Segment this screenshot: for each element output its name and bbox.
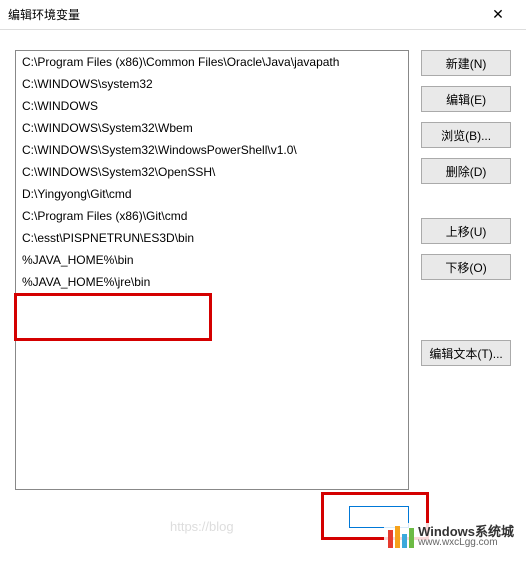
list-item[interactable]: C:\esst\PISPNETRUN\ES3D\bin bbox=[16, 227, 408, 249]
browse-button[interactable]: 浏览(B)... bbox=[421, 122, 511, 148]
new-button[interactable]: 新建(N) bbox=[421, 50, 511, 76]
list-item[interactable]: C:\WINDOWS bbox=[16, 95, 408, 117]
list-item[interactable]: C:\Program Files (x86)\Git\cmd bbox=[16, 205, 408, 227]
list-item[interactable]: D:\Yingyong\Git\cmd bbox=[16, 183, 408, 205]
logo-bars-icon bbox=[388, 526, 414, 548]
delete-button[interactable]: 删除(D) bbox=[421, 158, 511, 184]
list-item[interactable]: C:\WINDOWS\system32 bbox=[16, 73, 408, 95]
window-title: 编辑环境变量 bbox=[8, 6, 80, 23]
spacer bbox=[421, 290, 511, 340]
moveup-button[interactable]: 上移(U) bbox=[421, 218, 511, 244]
list-item[interactable]: C:\WINDOWS\System32\OpenSSH\ bbox=[16, 161, 408, 183]
edittext-button[interactable]: 编辑文本(T)... bbox=[421, 340, 511, 366]
main-row: C:\Program Files (x86)\Common Files\Orac… bbox=[15, 50, 511, 490]
button-column: 新建(N) 编辑(E) 浏览(B)... 删除(D) 上移(U) 下移(O) 编… bbox=[421, 50, 511, 490]
watermark-text: Windows系统城 www.wxcLgg.com bbox=[418, 525, 514, 548]
list-item[interactable]: C:\Program Files (x86)\Common Files\Orac… bbox=[16, 51, 408, 73]
titlebar: 编辑环境变量 ✕ bbox=[0, 0, 526, 30]
dialog-window: 编辑环境变量 ✕ C:\Program Files (x86)\Common F… bbox=[0, 0, 526, 562]
path-listbox[interactable]: C:\Program Files (x86)\Common Files\Orac… bbox=[15, 50, 409, 490]
close-icon: ✕ bbox=[492, 6, 504, 23]
watermark-url: www.wxcLgg.com bbox=[418, 538, 514, 548]
dialog-content: C:\Program Files (x86)\Common Files\Orac… bbox=[0, 30, 526, 562]
list-item[interactable]: %JAVA_HOME%\bin bbox=[16, 249, 408, 271]
spacer bbox=[421, 194, 511, 218]
edit-button[interactable]: 编辑(E) bbox=[421, 86, 511, 112]
list-item[interactable]: C:\WINDOWS\System32\Wbem bbox=[16, 117, 408, 139]
list-item[interactable]: %JAVA_HOME%\jre\bin bbox=[16, 271, 408, 293]
movedown-button[interactable]: 下移(O) bbox=[421, 254, 511, 280]
close-button[interactable]: ✕ bbox=[478, 0, 518, 30]
watermark-logo: Windows系统城 www.wxcLgg.com bbox=[384, 523, 518, 550]
list-item[interactable]: C:\WINDOWS\System32\WindowsPowerShell\v1… bbox=[16, 139, 408, 161]
